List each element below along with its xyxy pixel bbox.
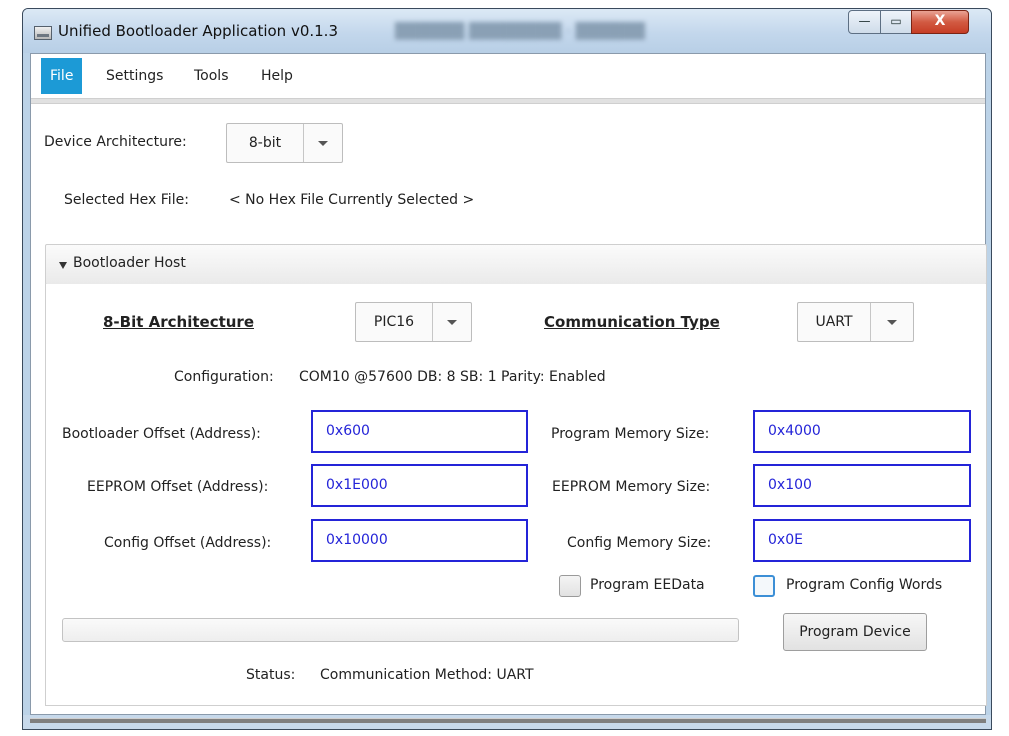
menu-separator xyxy=(31,98,985,104)
eeprom-memory-size-input[interactable]: 0x100 xyxy=(753,464,971,507)
config-offset-input[interactable]: 0x10000 xyxy=(311,519,528,562)
eeprom-offset-label: EEPROM Offset (Address): xyxy=(87,479,269,495)
communication-type-heading: Communication Type xyxy=(544,313,720,331)
blurred-title-region: ██████ ████████ · ██████ xyxy=(395,22,645,40)
configuration-label: Configuration: xyxy=(174,369,274,385)
bootloader-offset-input[interactable]: 0x600 xyxy=(311,410,528,453)
communication-type-combobox[interactable]: UART xyxy=(797,302,914,342)
program-config-words-checkbox[interactable] xyxy=(753,575,775,597)
menu-tools[interactable]: Tools xyxy=(185,58,238,94)
status-strip xyxy=(30,718,986,723)
eeprom-offset-input[interactable]: 0x1E000 xyxy=(311,464,528,507)
program-eedata-label[interactable]: Program EEData xyxy=(590,577,705,593)
device-architecture-combobox[interactable]: 8-bit xyxy=(226,123,343,163)
combo-divider xyxy=(303,124,304,162)
menu-file[interactable]: File xyxy=(41,58,83,94)
chevron-down-icon xyxy=(318,141,328,146)
chevron-down-icon xyxy=(887,320,897,325)
program-memory-size-label: Program Memory Size: xyxy=(551,426,710,442)
selected-hex-file-value: < No Hex File Currently Selected > xyxy=(229,192,475,208)
config-offset-label: Config Offset (Address): xyxy=(104,535,272,551)
window-title: Unified Bootloader Application v0.1.3 xyxy=(58,22,338,40)
status-value: Communication Method: UART xyxy=(320,667,534,683)
program-device-button[interactable]: Program Device xyxy=(783,613,927,651)
architecture-heading: 8-Bit Architecture xyxy=(103,313,255,331)
expander-collapse-icon[interactable] xyxy=(59,262,67,269)
config-memory-size-input[interactable]: 0x0E xyxy=(753,519,971,562)
program-config-words-label[interactable]: Program Config Words xyxy=(786,577,942,593)
combo-divider xyxy=(432,303,433,341)
program-eedata-checkbox[interactable] xyxy=(559,575,581,597)
app-icon xyxy=(34,26,52,40)
selected-hex-file-label: Selected Hex File: xyxy=(64,192,189,208)
close-button[interactable]: X xyxy=(911,10,969,34)
maximize-button[interactable]: ▭ xyxy=(880,10,912,34)
progress-bar xyxy=(62,618,739,642)
eeprom-memory-size-label: EEPROM Memory Size: xyxy=(552,479,711,495)
architecture-family-combobox[interactable]: PIC16 xyxy=(355,302,472,342)
program-memory-size-input[interactable]: 0x4000 xyxy=(753,410,971,453)
bootloader-host-expander-header[interactable] xyxy=(45,244,987,285)
device-architecture-label: Device Architecture: xyxy=(44,134,187,150)
status-label: Status: xyxy=(246,667,296,683)
menu-help[interactable]: Help xyxy=(252,58,302,94)
configuration-value: COM10 @57600 DB: 8 SB: 1 Parity: Enabled xyxy=(299,369,606,385)
communication-type-value: UART xyxy=(815,314,853,330)
menu-settings[interactable]: Settings xyxy=(97,58,172,94)
chevron-down-icon xyxy=(447,320,457,325)
device-architecture-value: 8-bit xyxy=(248,135,282,151)
menu-bar xyxy=(31,54,985,98)
combo-divider xyxy=(870,303,871,341)
bootloader-host-title: Bootloader Host xyxy=(73,255,186,271)
architecture-family-value: PIC16 xyxy=(373,314,415,330)
bootloader-offset-label: Bootloader Offset (Address): xyxy=(62,426,261,442)
config-memory-size-label: Config Memory Size: xyxy=(567,535,712,551)
minimize-button[interactable]: — xyxy=(848,10,881,34)
